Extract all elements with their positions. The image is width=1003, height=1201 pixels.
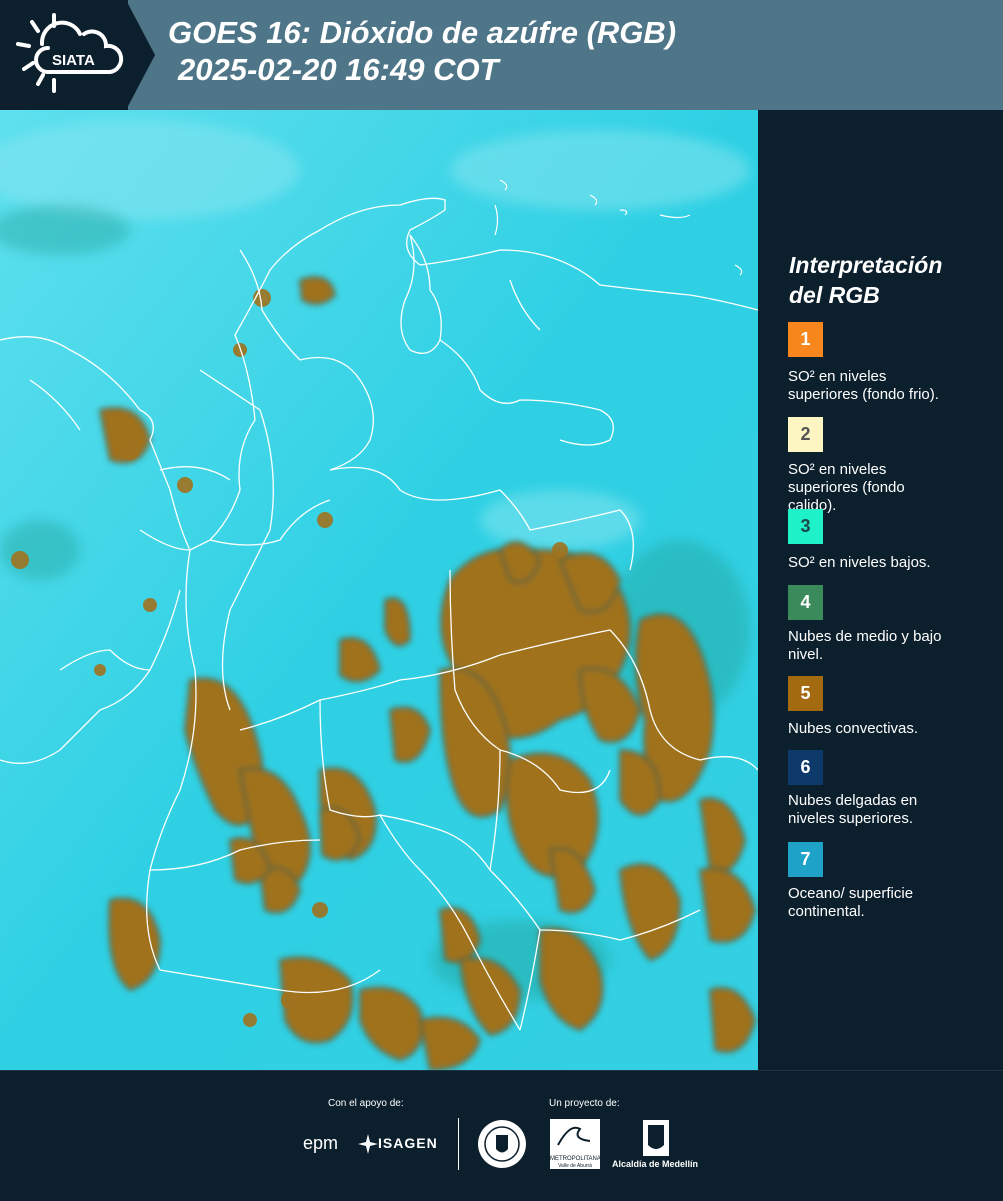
project-label: Un proyecto de: — [549, 1098, 620, 1109]
legend-swatch-5: 5 — [788, 676, 823, 711]
legend-number-1: 1 — [800, 329, 811, 349]
satellite-image — [0, 110, 758, 1070]
legend-number-7: 7 — [800, 849, 811, 869]
epm-logo: epm — [303, 1133, 339, 1153]
isagen-star-icon — [358, 1134, 378, 1154]
legend-label-2: SO² en niveles superiores (fondo calido). — [788, 461, 905, 514]
isagen-logo: ISAGEN — [378, 1135, 438, 1151]
legend-swatch-2: 2 — [788, 417, 823, 452]
title-line-1: GOES 16: Dióxido de azúfre (RGB) — [168, 15, 677, 50]
header-bar: SIATA GOES 16: Dióxido de azúfre (RGB) 2… — [0, 0, 1003, 110]
legend-title-line-1: Interpretación — [789, 252, 943, 278]
legend-label-4: Nubes de medio y bajo nivel. — [788, 628, 942, 663]
legend-label-6: Nubes delgadas en niveles superiores. — [788, 792, 918, 827]
legend-number-4: 4 — [800, 592, 811, 612]
legend-number-2: 2 — [800, 424, 811, 444]
legend-number-5: 5 — [800, 683, 811, 703]
title-line-2: 2025-02-20 16:49 COT — [178, 52, 499, 87]
legend-swatch-6: 6 — [788, 750, 823, 785]
area-mark-icon — [557, 1126, 591, 1146]
legend-swatch-3: 3 — [788, 509, 823, 544]
legend-swatch-4: 4 — [788, 585, 823, 620]
footer: Con el apoyo de: Un proyecto de: epm ISA… — [0, 1070, 1003, 1201]
legend-title: Interpretación del RGB — [789, 250, 942, 310]
legend-title-line-2: del RGB — [789, 282, 880, 308]
siata-logo-icon: SIATA — [16, 13, 124, 93]
legend-swatch-1: 1 — [788, 322, 823, 357]
legend-number-3: 3 — [800, 516, 811, 536]
page-title: GOES 16: Dióxido de azúfre (RGB) 2025-02… — [168, 14, 676, 88]
legend-label-3: SO² en niveles bajos. — [788, 554, 931, 571]
siata-logo-text: SIATA — [52, 52, 95, 69]
legend-label-7: Oceano/ superficie continental. — [788, 885, 914, 920]
satellite-map — [0, 110, 758, 1070]
legend-label-5: Nubes convectivas. — [788, 720, 919, 737]
footer-divider — [458, 1118, 459, 1170]
legend-label-1: SO² en niveles superiores (fondo frio). — [788, 368, 939, 403]
alcaldia-shield-icon — [643, 1120, 669, 1156]
support-label: Con el apoyo de: — [328, 1098, 404, 1109]
medellin-seal-icon — [478, 1120, 526, 1168]
legend-swatch-7: 7 — [788, 842, 823, 877]
legend-panel: Interpretación del RGB 1 SO² en niveles s… — [758, 110, 1003, 1070]
metropolitana-logo: METROPOLITANA Valle de Aburrá — [550, 1119, 601, 1169]
legend-number-6: 6 — [800, 757, 811, 777]
alcaldia-label: Alcaldía de Medellín — [612, 1159, 699, 1169]
